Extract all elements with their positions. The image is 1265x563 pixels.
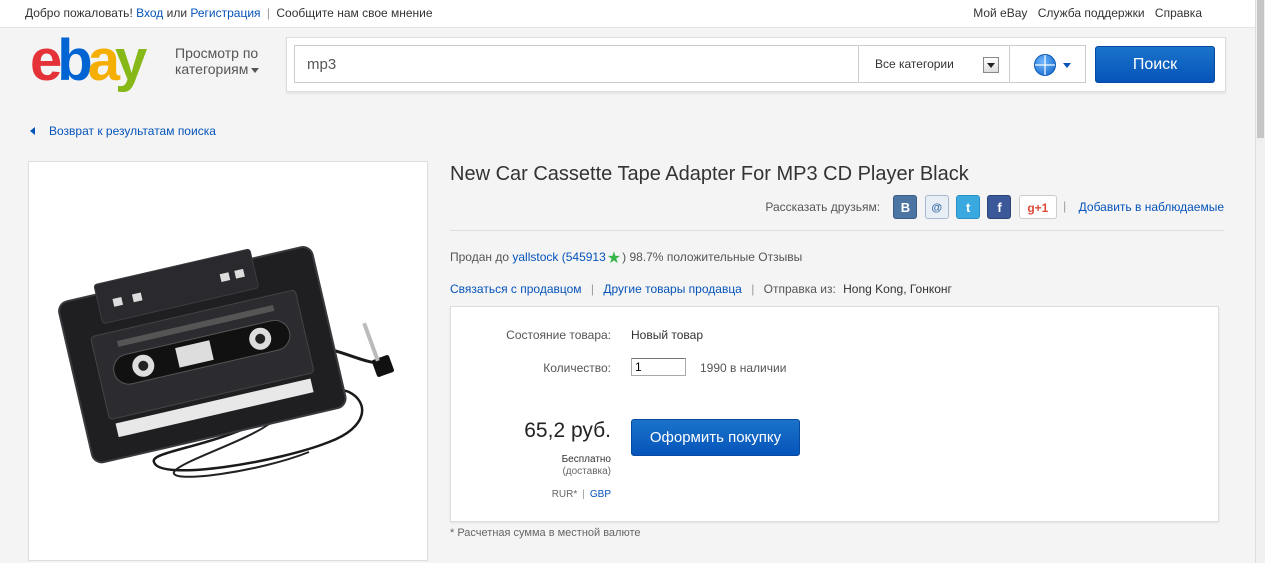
seller-prefix: Продан до <box>450 250 510 264</box>
ships-from-value: Hong Kong, Гонконг <box>843 282 952 296</box>
browse-categories-label: Просмотр по категориям <box>175 45 259 77</box>
cassette-adapter-image <box>58 246 394 478</box>
divider: | <box>582 489 585 500</box>
language-selector[interactable] <box>1010 45 1086 83</box>
shipping-sub: (доставка) <box>562 466 611 477</box>
page-scrollbar[interactable] <box>1255 0 1265 563</box>
ebay-logo[interactable]: ebay <box>30 32 147 90</box>
price: 65,2 руб. <box>524 419 611 442</box>
ships-from-label: Отправка из: <box>763 282 836 296</box>
search-button[interactable]: Поиск <box>1095 46 1215 83</box>
mailru-icon[interactable]: @ <box>924 195 949 219</box>
or-text: или <box>166 6 188 20</box>
product-image-panel[interactable] <box>28 161 428 561</box>
scrollbar-thumb[interactable] <box>1257 0 1264 138</box>
other-items-link[interactable]: Другие товары продавца <box>603 282 742 296</box>
back-to-results-link[interactable]: Возврат к результатам поиска <box>30 124 216 138</box>
contact-seller-link[interactable]: Связаться с продавцом <box>450 282 582 296</box>
condition-value: Новый товар <box>631 328 703 342</box>
buy-box: Состояние товара: Новый товар Количество… <box>450 306 1219 522</box>
seller-score-link[interactable]: (545913 <box>562 250 606 264</box>
register-link[interactable]: Регистрация <box>190 6 260 20</box>
seller-name-link[interactable]: yallstock <box>512 250 558 264</box>
divider-line <box>450 230 1224 231</box>
quantity-available: 1990 в наличии <box>700 361 787 375</box>
chevron-down-icon <box>251 67 260 73</box>
shipping-free: Бесплатно <box>561 454 611 465</box>
top-bar: Добро пожаловать! Вход или Регистрация |… <box>0 0 1255 28</box>
feedback-link[interactable]: Сообщите нам свое мнение <box>276 6 432 20</box>
login-link[interactable]: Вход <box>136 6 163 20</box>
google-plus-icon[interactable]: g+1 <box>1018 195 1057 219</box>
currency-switch: RUR* | GBP <box>471 489 611 500</box>
chevron-left-icon <box>30 126 35 135</box>
welcome-text: Добро пожаловать! <box>25 6 133 20</box>
shipping-info: Бесплатно (доставка) <box>471 454 611 478</box>
seller-links: Связаться с продавцом | Другие товары пр… <box>450 282 952 296</box>
divider: | <box>590 282 594 296</box>
search-bar: Все категории Поиск <box>286 37 1226 92</box>
condition-label: Состояние товара: <box>506 328 611 342</box>
facebook-icon[interactable]: f <box>987 195 1012 219</box>
chevron-down-icon <box>1063 63 1071 68</box>
add-to-watchlist-link[interactable]: Добавить в наблюдаемые <box>1079 200 1224 214</box>
browse-categories-button[interactable]: Просмотр по категориям <box>175 45 270 77</box>
currency-footnote: * Расчетная сумма в местной валюте <box>450 527 641 539</box>
buy-now-button[interactable]: Оформить покупку <box>631 419 800 456</box>
quantity-label: Количество: <box>543 361 611 375</box>
my-ebay-link[interactable]: Мой eBay <box>973 6 1027 20</box>
vk-icon[interactable]: B <box>893 195 918 219</box>
star-icon: ★ <box>606 250 622 267</box>
help-link[interactable]: Справка <box>1155 6 1202 20</box>
top-bar-right: Мой eBay Служба поддержки Справка <box>966 6 1202 20</box>
top-bar-left: Добро пожаловать! Вход или Регистрация |… <box>25 6 433 20</box>
share-label: Рассказать друзьям: <box>765 200 881 214</box>
back-to-results-label[interactable]: Возврат к результатам поиска <box>49 124 216 138</box>
divider: | <box>1063 199 1067 214</box>
support-link[interactable]: Служба поддержки <box>1038 6 1145 20</box>
search-input[interactable] <box>294 45 858 83</box>
divider: | <box>751 282 755 296</box>
category-select[interactable]: Все категории <box>858 45 1010 83</box>
dropdown-arrow-icon[interactable] <box>983 57 999 73</box>
twitter-icon[interactable]: t <box>956 195 981 219</box>
currency-gbp-link[interactable]: GBP <box>590 489 611 500</box>
product-title: New Car Cassette Tape Adapter For MP3 CD… <box>450 163 969 185</box>
share-bar: Рассказать друзьям: B @ t f g+1 | Добави… <box>765 195 1224 219</box>
seller-rating: ) 98.7% положительные Отзывы <box>622 250 803 264</box>
globe-icon <box>1034 54 1056 76</box>
quantity-input[interactable] <box>631 358 686 376</box>
category-select-value: Все категории <box>875 57 954 71</box>
seller-info: Продан до yallstock (545913★) 98.7% поло… <box>450 248 802 268</box>
header: ebay Просмотр по категориям Все категори… <box>0 29 1255 99</box>
currency-rur[interactable]: RUR* <box>552 489 578 500</box>
divider: | <box>266 6 271 20</box>
